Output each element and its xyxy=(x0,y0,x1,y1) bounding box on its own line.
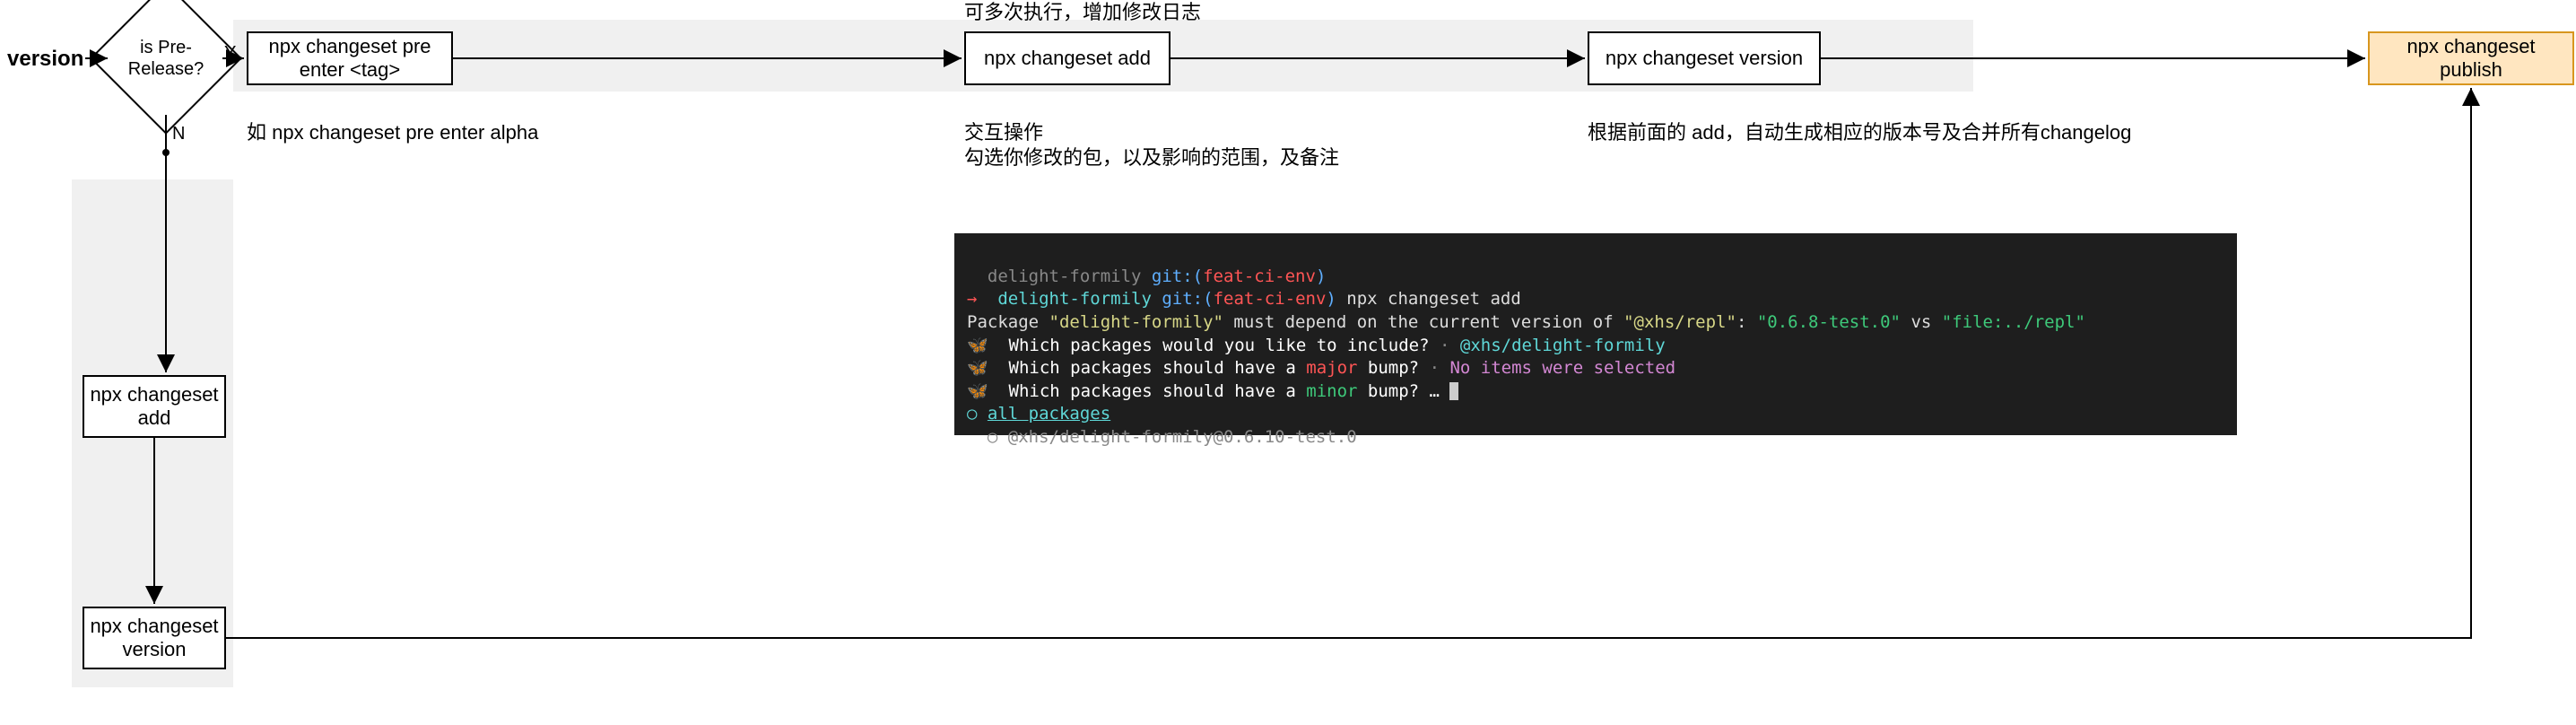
note-version: 根据前面的 add，自动生成相应的版本号及合并所有changelog xyxy=(1588,117,2131,145)
decision-text: is Pre- Release? xyxy=(112,4,220,112)
branch-no-label: N xyxy=(172,124,185,144)
terminal-output: delight-formily git:(feat-ci-env) → deli… xyxy=(954,233,2237,435)
branch-yes-label: Y xyxy=(224,43,236,64)
box-pre-enter: npx changeset pre enter <tag> xyxy=(247,31,453,85)
box-changeset-add-bottom: npx changeset add xyxy=(83,375,226,438)
note-add-top: 可多次执行，增加修改日志 xyxy=(964,0,1201,25)
start-label: version xyxy=(7,47,83,72)
box-changeset-add-top: npx changeset add xyxy=(964,31,1171,85)
box-changeset-version-bottom: npx changeset version xyxy=(83,607,226,669)
note-pre-enter: 如 npx changeset pre enter alpha xyxy=(247,117,538,145)
diagram-canvas: version is Pre- Release? Y N npx changes… xyxy=(0,0,2576,725)
box-changeset-version-top: npx changeset version xyxy=(1588,31,1821,85)
decision-pre-release: is Pre- Release? xyxy=(112,4,220,112)
note-add-bottom2: 勾选你修改的包，以及影响的范围，及备注 xyxy=(964,142,1339,170)
box-changeset-publish: npx changeset publish xyxy=(2368,31,2574,85)
